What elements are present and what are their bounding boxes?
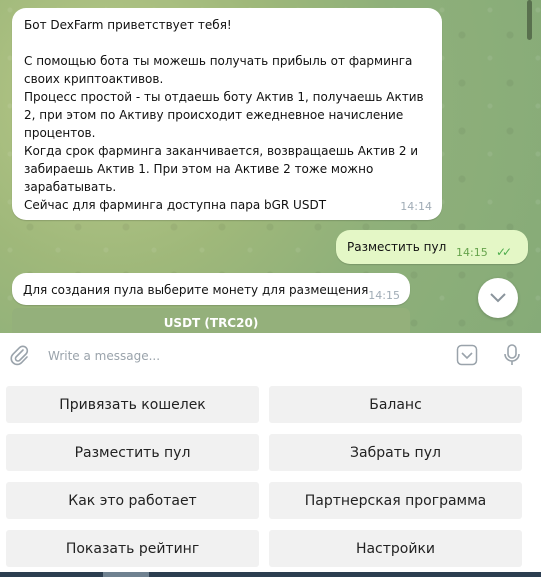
message-input[interactable] xyxy=(46,341,440,371)
keyboard-toggle-icon[interactable] xyxy=(456,344,478,366)
reply-keyboard: Привязать кошелек Баланс Разместить пул … xyxy=(0,377,541,577)
incoming-message-prompt: Для создания пула выберите монету для ра… xyxy=(12,273,410,305)
message-text: Разместить пул xyxy=(347,240,447,254)
keyboard-button-settings[interactable]: Настройки xyxy=(269,530,522,567)
chevron-down-icon xyxy=(490,293,506,303)
keyboard-button-show-rating[interactable]: Показать рейтинг xyxy=(6,530,259,567)
message-text: Бот DexFarm приветствует тебя! С помощью… xyxy=(24,18,424,212)
message-composer xyxy=(0,333,541,377)
paperclip-icon[interactable] xyxy=(8,344,30,366)
keyboard-button-place-pool[interactable]: Разместить пул xyxy=(6,434,259,471)
message-time: 14:14 xyxy=(400,200,432,213)
message-time: 14:15 xyxy=(456,246,488,259)
scroll-down-button[interactable] xyxy=(478,278,518,318)
outgoing-message: Разместить пул 14:15 ✓✓ xyxy=(336,230,528,264)
chat-area[interactable]: Бот DexFarm приветствует тебя! С помощью… xyxy=(0,0,541,333)
incoming-message-welcome: Бот DexFarm приветствует тебя! С помощью… xyxy=(12,8,442,220)
scrollbar-thumb[interactable] xyxy=(527,0,532,40)
keyboard-button-how-it-works[interactable]: Как это работает xyxy=(6,482,259,519)
message-time: 14:15 xyxy=(368,289,400,302)
keyboard-button-take-pool[interactable]: Забрать пул xyxy=(269,434,522,471)
keyboard-button-partner-program[interactable]: Партнерская программа xyxy=(269,482,522,519)
inline-button-usdt[interactable]: USDT (TRC20) xyxy=(12,308,410,333)
keyboard-button-balance[interactable]: Баланс xyxy=(269,386,522,423)
chat-scrollbar[interactable] xyxy=(527,0,532,330)
read-checks-icon: ✓✓ xyxy=(496,245,512,259)
taskbar-active-item[interactable] xyxy=(103,572,149,577)
microphone-icon[interactable] xyxy=(501,343,523,367)
keyboard-button-link-wallet[interactable]: Привязать кошелек xyxy=(6,386,259,423)
os-taskbar xyxy=(0,572,541,577)
message-text: Для создания пула выберите монету для ра… xyxy=(23,283,369,297)
